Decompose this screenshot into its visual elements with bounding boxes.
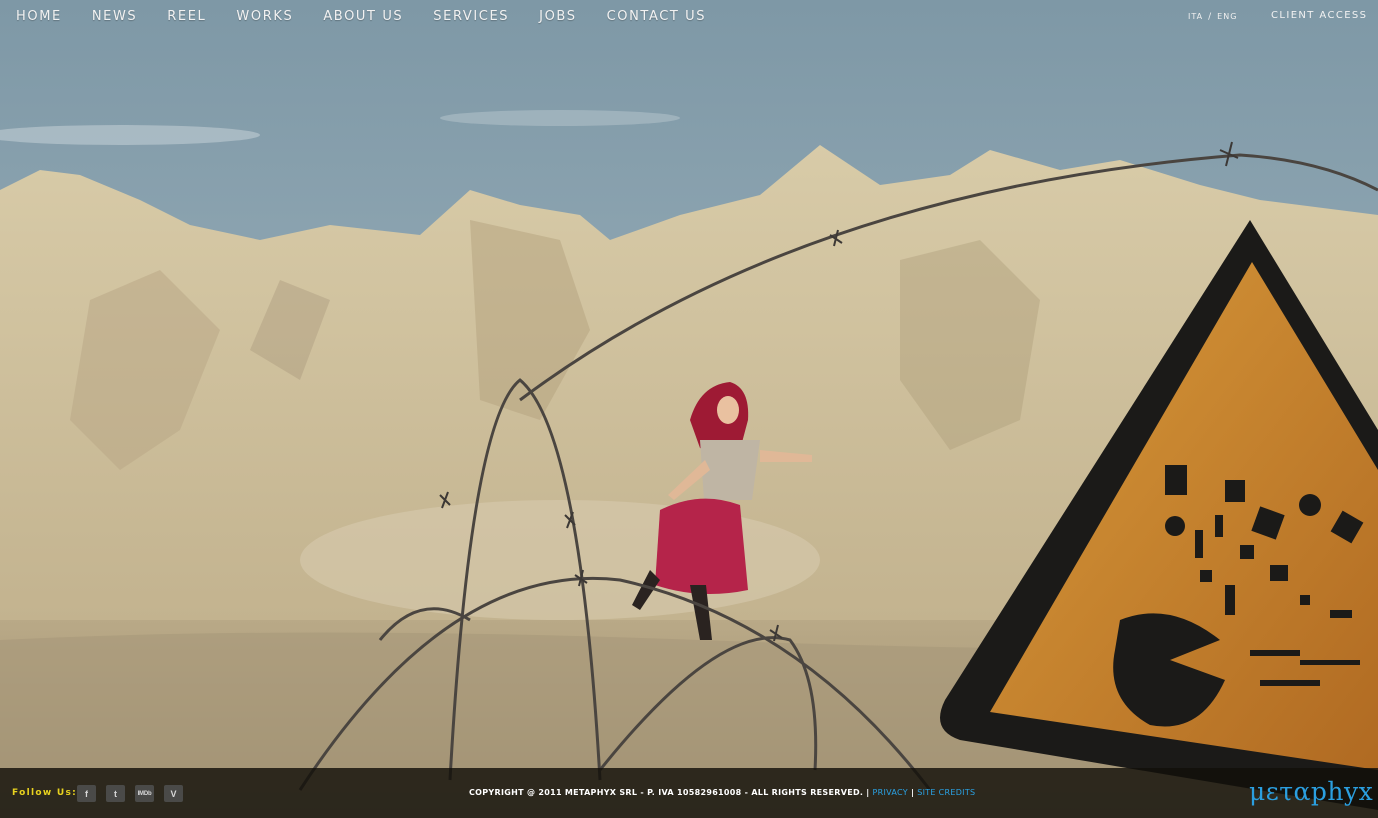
nav-item-contact-us[interactable]: CONTACT US — [607, 9, 707, 24]
nav-item-services[interactable]: SERVICES — [433, 9, 509, 24]
top-navigation: HOME NEWS REEL WORKS ABOUT US SERVICES J… — [0, 0, 1378, 34]
nav-item-reel[interactable]: REEL — [167, 9, 206, 24]
vimeo-icon[interactable]: V — [164, 785, 183, 802]
footer-separator-2: | — [910, 788, 915, 797]
footer-bar: Follow Us: f t IMDb V COPYRIGHT @ 2011 M… — [0, 768, 1378, 818]
language-switcher: ITA / ENG — [1188, 12, 1237, 22]
nav-item-jobs[interactable]: JOBS — [539, 9, 576, 24]
copyright-line: COPYRIGHT @ 2011 METAPHYX SRL - P. IVA 1… — [469, 788, 975, 797]
main-menu: HOME NEWS REEL WORKS ABOUT US SERVICES J… — [16, 9, 736, 24]
lang-eng-link[interactable]: ENG — [1217, 12, 1237, 21]
copyright-text: COPYRIGHT @ 2011 METAPHYX SRL - P. IVA 1… — [469, 788, 864, 797]
hero-image — [0, 0, 1378, 818]
nav-item-about-us[interactable]: ABOUT US — [323, 9, 403, 24]
nav-item-home[interactable]: HOME — [16, 9, 62, 24]
footer-separator: | — [866, 788, 870, 797]
privacy-link[interactable]: PRIVACY — [872, 788, 907, 797]
twitter-icon[interactable]: t — [106, 785, 125, 802]
lang-ita-link[interactable]: ITA — [1188, 12, 1203, 21]
hero-illustration — [0, 0, 1378, 818]
imdb-icon[interactable]: IMDb — [135, 785, 154, 802]
metaphyx-logo[interactable]: μεταphyx — [1249, 777, 1373, 806]
client-access-link[interactable]: CLIENT ACCESS — [1271, 10, 1367, 21]
lang-separator: / — [1208, 12, 1213, 22]
social-links: f t IMDb V — [77, 785, 183, 802]
nav-item-news[interactable]: NEWS — [92, 9, 137, 24]
site-credits-link[interactable]: SITE CREDITS — [917, 788, 975, 797]
follow-us-label: Follow Us: — [12, 788, 78, 798]
nav-item-works[interactable]: WORKS — [236, 9, 293, 24]
facebook-icon[interactable]: f — [77, 785, 96, 802]
